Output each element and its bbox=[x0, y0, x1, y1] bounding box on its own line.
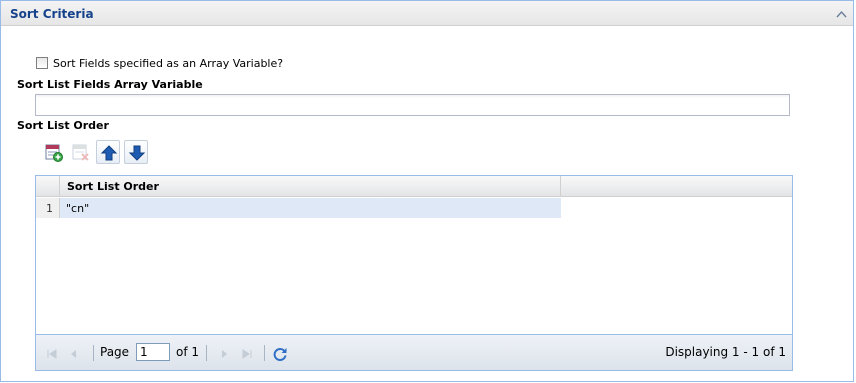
separator bbox=[93, 345, 94, 361]
separator bbox=[206, 345, 207, 361]
row-number-header bbox=[36, 176, 60, 197]
array-variable-input[interactable] bbox=[35, 94, 790, 116]
arrow-up-icon bbox=[100, 145, 118, 161]
collapse-icon[interactable] bbox=[836, 9, 847, 18]
move-up-button[interactable] bbox=[96, 140, 120, 164]
last-page-icon[interactable] bbox=[239, 346, 255, 362]
panel-title: Sort Criteria bbox=[10, 7, 94, 21]
prev-page-icon[interactable] bbox=[66, 346, 82, 362]
row-number: 1 bbox=[36, 198, 60, 218]
add-row-button[interactable] bbox=[41, 140, 65, 164]
sort-criteria-panel: Sort Criteria Sort Fields specified as a… bbox=[0, 0, 854, 382]
remove-row-icon bbox=[72, 144, 89, 161]
sort-list-order-label: Sort List Order bbox=[17, 119, 109, 132]
sort-order-grid: Sort List Order 1 "cn" bbox=[35, 175, 793, 335]
separator bbox=[264, 345, 265, 361]
page-label: Page bbox=[100, 345, 130, 359]
pagination-toolbar: Page of 1 Displaying 1 - 1 of 1 bbox=[35, 335, 793, 371]
add-row-icon bbox=[45, 144, 63, 162]
row-value[interactable]: "cn" bbox=[66, 202, 89, 215]
array-variable-checkbox[interactable] bbox=[36, 57, 48, 69]
refresh-icon[interactable] bbox=[272, 346, 288, 362]
move-down-button[interactable] bbox=[124, 140, 148, 164]
array-variable-label: Sort List Fields Array Variable bbox=[17, 78, 203, 91]
arrow-down-icon bbox=[128, 145, 146, 161]
remove-row-button[interactable] bbox=[68, 140, 92, 164]
array-variable-checkbox-label[interactable]: Sort Fields specified as an Array Variab… bbox=[53, 57, 283, 70]
panel-header[interactable]: Sort Criteria bbox=[1, 1, 853, 26]
table-row[interactable]: 1 "cn" bbox=[36, 198, 561, 218]
page-count-label: of 1 bbox=[176, 345, 200, 359]
first-page-icon[interactable] bbox=[44, 346, 60, 362]
column-header-sort-list-order[interactable]: Sort List Order bbox=[60, 176, 561, 197]
next-page-icon[interactable] bbox=[216, 346, 232, 362]
grid-header: Sort List Order bbox=[36, 176, 792, 197]
display-count: Displaying 1 - 1 of 1 bbox=[665, 345, 786, 359]
page-number-input[interactable] bbox=[136, 343, 170, 361]
